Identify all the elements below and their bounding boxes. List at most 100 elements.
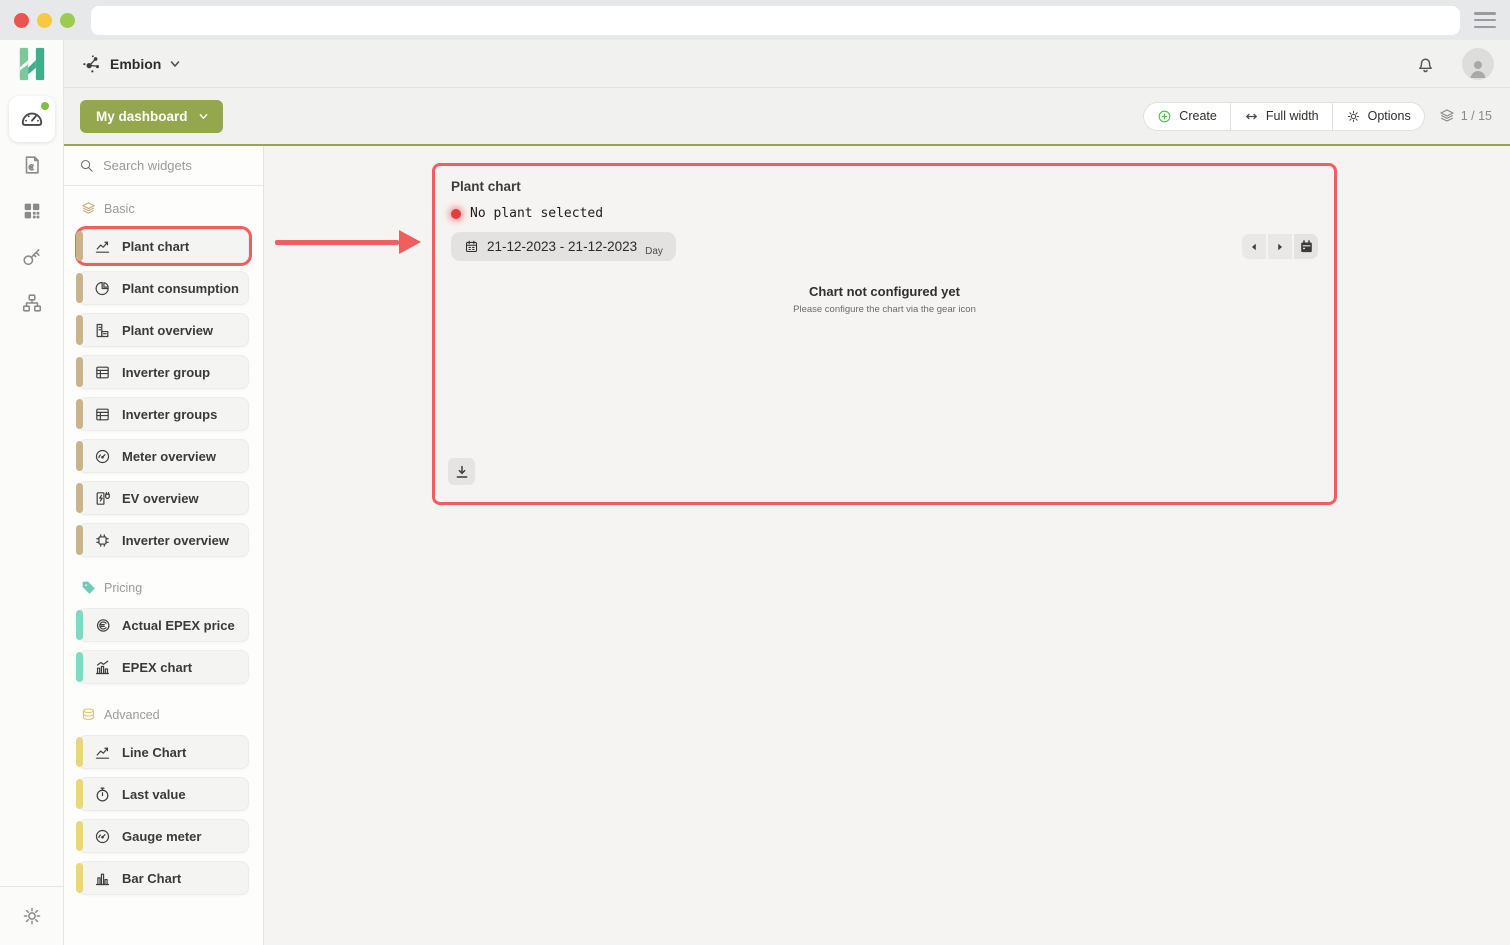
date-range-picker[interactable]: 21-12-2023 - 21-12-2023 Day [451, 232, 676, 261]
widget-item-epex-chart[interactable]: EPEX chart [78, 650, 249, 684]
widget-item-plant-overview[interactable]: Plant overview [78, 313, 249, 347]
widget-title: Plant chart [451, 179, 1318, 194]
layers-icon [81, 201, 96, 216]
person-icon [1466, 56, 1490, 80]
download-icon [454, 464, 470, 480]
dashboard-toolbar: My dashboard Create Full width Options [64, 88, 1510, 146]
rail-item-hierarchy[interactable] [0, 280, 64, 326]
dashboard-selector-button[interactable]: My dashboard [80, 100, 223, 133]
full-width-button-label: Full width [1266, 109, 1319, 123]
widget-count: 1 / 15 [1439, 108, 1492, 124]
options-button[interactable]: Options [1332, 102, 1425, 131]
plus-circle-icon [1157, 109, 1172, 124]
widget-sections: Basic Plant chart Plant consumption Plant o… [64, 186, 263, 895]
accent-bar [76, 315, 83, 345]
coin-euro-icon [94, 617, 111, 634]
widget-item-label: Meter overview [122, 449, 216, 464]
organization-selector[interactable]: Embion [80, 53, 181, 75]
widget-item-inverter-overview[interactable]: Inverter overview [78, 523, 249, 557]
previous-period-button[interactable] [1242, 234, 1266, 259]
sitemap-icon [21, 292, 43, 314]
rail-item-invoices[interactable] [0, 142, 64, 188]
rail-item-dashboard[interactable] [9, 96, 55, 142]
user-avatar[interactable] [1462, 48, 1494, 80]
widget-library-panel: Basic Plant chart Plant consumption Plant o… [64, 146, 264, 945]
plant-status: No plant selected [451, 206, 1318, 221]
speedometer-icon [19, 106, 45, 132]
widget-item-label: Inverter group [122, 365, 210, 380]
calendar-icon [464, 239, 479, 254]
widget-item-label: EV overview [122, 491, 199, 506]
create-button[interactable]: Create [1143, 102, 1230, 131]
gear-icon [21, 905, 43, 927]
widget-item-inverter-group[interactable]: Inverter group [78, 355, 249, 389]
database-icon [81, 707, 96, 722]
search-widgets-input[interactable] [103, 158, 248, 173]
widget-item-plant-chart[interactable]: Plant chart [78, 229, 249, 263]
browser-menu-icon[interactable] [1474, 12, 1496, 28]
empty-state-message: Chart not configured yet Please configur… [435, 284, 1334, 315]
rail-item-widgets[interactable] [0, 188, 64, 234]
section-label-text: Basic [104, 202, 135, 216]
widget-item-meter-overview[interactable]: Meter overview [78, 439, 249, 473]
line-chart-icon [94, 238, 111, 255]
widget-item-label: Last value [122, 787, 186, 802]
download-button[interactable] [448, 458, 475, 485]
app-logo[interactable] [0, 40, 63, 88]
maximize-window-button[interactable] [60, 13, 75, 28]
widget-item-label: Bar Chart [122, 871, 181, 886]
accent-bar [76, 737, 83, 767]
options-button-label: Options [1368, 109, 1411, 123]
widget-search [64, 146, 263, 186]
widget-item-label: EPEX chart [122, 660, 192, 675]
status-dot [451, 209, 461, 219]
widget-item-gauge-meter[interactable]: Gauge meter [78, 819, 249, 853]
chevron-down-icon [198, 111, 209, 122]
calendar-filled-icon [1299, 239, 1314, 254]
gauge-icon [94, 828, 111, 845]
active-indicator-dot [41, 102, 49, 110]
stopwatch-icon [94, 786, 111, 803]
empty-state-subtitle: Please configure the chart via the gear … [435, 304, 1334, 315]
section-label-basic: Basic [64, 196, 263, 221]
minimize-window-button[interactable] [37, 13, 52, 28]
pie-chart-icon [94, 280, 111, 297]
widget-item-bar-chart[interactable]: Bar Chart [78, 861, 249, 895]
date-navigation [1242, 234, 1318, 259]
date-period-label: Day [645, 246, 663, 257]
organization-name: Embion [110, 56, 161, 72]
dashboard-selector-label: My dashboard [96, 109, 188, 124]
date-range-text: 21-12-2023 - 21-12-2023 [487, 239, 637, 254]
gear-icon [1346, 109, 1361, 124]
widget-item-actual-epex-price[interactable]: Actual EPEX price [78, 608, 249, 642]
widget-item-label: Gauge meter [122, 829, 201, 844]
address-bar[interactable] [91, 6, 1460, 35]
full-width-button[interactable]: Full width [1230, 102, 1332, 131]
next-period-button[interactable] [1268, 234, 1292, 259]
widget-item-ev-overview[interactable]: EV overview [78, 481, 249, 515]
accent-bar [76, 399, 83, 429]
widget-item-inverter-groups[interactable]: Inverter groups [78, 397, 249, 431]
bar-line-chart-icon [94, 659, 111, 676]
close-window-button[interactable] [14, 13, 29, 28]
dashboard-canvas: Plant chart No plant selected 21-12-2023… [264, 146, 1510, 945]
rail-item-access-keys[interactable] [0, 234, 64, 280]
notifications-bell-icon[interactable] [1415, 53, 1436, 74]
widget-item-last-value[interactable]: Last value [78, 777, 249, 811]
section-label-advanced: Advanced [64, 702, 263, 727]
calendar-picker-button[interactable] [1294, 234, 1318, 259]
accent-bar [76, 779, 83, 809]
widget-item-label: Inverter overview [122, 533, 229, 548]
table-icon [94, 406, 111, 423]
icon-rail [0, 40, 64, 945]
accent-bar [76, 525, 83, 555]
widget-item-label: Actual EPEX price [122, 618, 235, 633]
widget-item-plant-consumption[interactable]: Plant consumption [78, 271, 249, 305]
key-icon [21, 246, 43, 268]
rail-settings-button[interactable] [0, 887, 64, 945]
h-logo-icon [16, 46, 48, 82]
accent-bar [76, 441, 83, 471]
invoice-icon [21, 154, 43, 176]
widget-item-line-chart[interactable]: Line Chart [78, 735, 249, 769]
accent-bar [76, 652, 83, 682]
